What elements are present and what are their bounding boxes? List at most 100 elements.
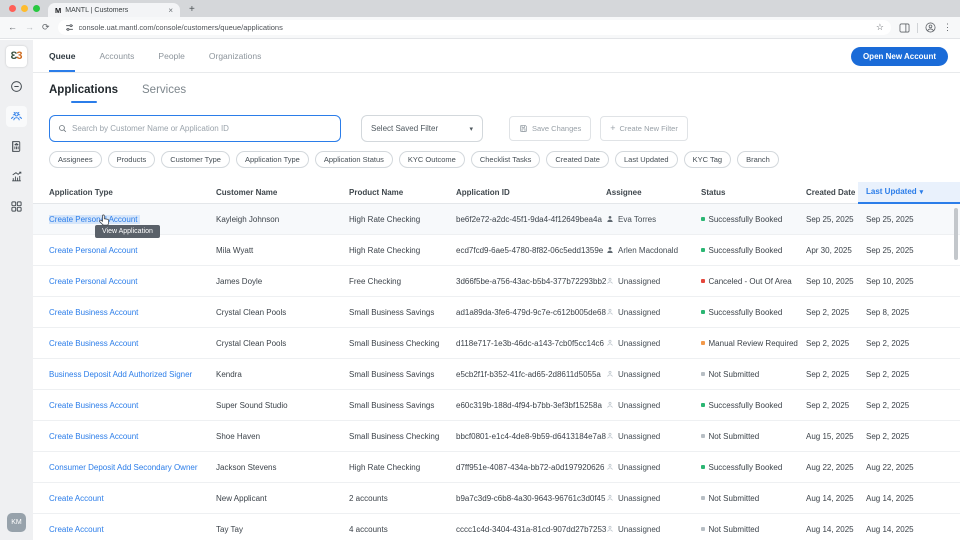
table-row: Create Personal Account Mila Wyatt High … bbox=[33, 235, 960, 266]
window-minimize-button[interactable] bbox=[21, 5, 28, 12]
application-link[interactable]: Create Personal Account bbox=[49, 246, 138, 255]
application-id-cell: ecd7fcd9-6ae5-4780-8f82-06c5edd1359e bbox=[456, 245, 604, 255]
assignee-cell: Unassigned bbox=[606, 463, 701, 472]
sidebar-item-customers[interactable] bbox=[6, 106, 27, 127]
status-cell: Manual Review Required bbox=[701, 339, 806, 348]
created-date-cell: Aug 22, 2025 bbox=[806, 462, 854, 472]
saved-filter-select[interactable]: Select Saved Filter ▾ bbox=[361, 115, 483, 142]
scrollbar-thumb[interactable] bbox=[954, 208, 958, 260]
application-link[interactable]: Create Account bbox=[49, 525, 104, 534]
filter-chip[interactable]: Created Date bbox=[546, 151, 609, 168]
status-dot bbox=[701, 341, 705, 345]
filter-chip[interactable]: Application Type bbox=[235, 151, 309, 168]
status-label: Successfully Booked bbox=[708, 245, 783, 255]
app-window: Ɛ3 KM Queue Accounts People Organization… bbox=[0, 40, 960, 540]
col-last-updated[interactable]: Last Updated ▾ bbox=[858, 181, 960, 204]
assignee-unassigned-icon bbox=[606, 494, 614, 502]
assignee-unassigned-icon bbox=[606, 401, 614, 409]
status-cell: Not Submitted bbox=[701, 494, 806, 503]
filter-chip[interactable]: Branch bbox=[737, 151, 779, 168]
bookmark-icon[interactable]: ☆ bbox=[876, 22, 884, 33]
status-dot bbox=[701, 248, 705, 252]
new-tab-icon[interactable]: + bbox=[189, 3, 195, 17]
filter-chip[interactable]: KYC Tag bbox=[683, 151, 732, 168]
window-controls bbox=[0, 0, 48, 17]
product-name-cell: Small Business Savings bbox=[349, 400, 435, 410]
application-id-cell: cccc1c4d-3404-431a-81cd-907dd27b7253 bbox=[456, 524, 606, 534]
table-row: Business Deposit Add Authorized Signer K… bbox=[33, 359, 960, 390]
sidebar-item-analytics[interactable] bbox=[6, 166, 27, 187]
application-link[interactable]: Business Deposit Add Authorized Signer bbox=[49, 370, 192, 379]
user-avatar[interactable]: KM bbox=[7, 513, 26, 532]
filter-chip[interactable]: Assignees bbox=[49, 151, 102, 168]
window-close-button[interactable] bbox=[9, 5, 16, 12]
table-row: Create Personal Account James Doyle Free… bbox=[33, 266, 960, 297]
assignee-cell: Unassigned bbox=[606, 525, 701, 534]
tab-applications[interactable]: Applications bbox=[49, 84, 118, 103]
application-link[interactable]: Create Business Account bbox=[49, 432, 138, 441]
filter-chip[interactable]: Last Updated bbox=[614, 151, 678, 168]
filter-chip[interactable]: Application Status bbox=[314, 151, 393, 168]
window-zoom-button[interactable] bbox=[33, 5, 40, 12]
save-changes-button[interactable]: Save Changes bbox=[509, 116, 592, 141]
application-link[interactable]: Create Business Account bbox=[49, 401, 138, 410]
sidebar-item-documents[interactable] bbox=[6, 136, 27, 157]
table-header: Application Type Customer Name Product N… bbox=[33, 181, 960, 204]
created-date-cell: Sep 2, 2025 bbox=[806, 338, 850, 348]
nav-item-queue[interactable]: Queue bbox=[49, 40, 76, 72]
assignee-unassigned-icon bbox=[606, 525, 614, 533]
status-cell: Not Submitted bbox=[701, 432, 806, 441]
status-cell: Successfully Booked bbox=[701, 463, 806, 472]
assignee-unassigned-icon bbox=[606, 432, 614, 440]
table-row: Create Personal Account Kayleigh Johnson… bbox=[33, 204, 960, 235]
product-name-cell: Small Business Checking bbox=[349, 431, 440, 441]
create-new-filter-button[interactable]: + Create New Filter bbox=[600, 116, 688, 141]
application-id-cell: be6f2e72-a2dc-45f1-9da4-4f12649bea4a bbox=[456, 214, 602, 224]
tab-services[interactable]: Services bbox=[142, 84, 186, 103]
application-link[interactable]: Create Account bbox=[49, 494, 104, 503]
product-name-cell: High Rate Checking bbox=[349, 214, 421, 224]
customer-name-cell: Jackson Stevens bbox=[216, 462, 277, 472]
save-icon bbox=[520, 125, 527, 132]
created-date-cell: Sep 2, 2025 bbox=[806, 400, 850, 410]
filter-chip[interactable]: Customer Type bbox=[161, 151, 230, 168]
application-link[interactable]: Create Personal Account bbox=[49, 277, 138, 286]
url-bar[interactable]: console.uat.mantl.com/console/customers/… bbox=[57, 20, 891, 35]
application-id-cell: e60c319b-188d-4f94-b7bb-3ef3bf15258a bbox=[456, 400, 602, 410]
nav-item-people[interactable]: People bbox=[158, 40, 184, 72]
status-cell: Not Submitted bbox=[701, 370, 806, 379]
sidebar-item-apps-grid[interactable] bbox=[6, 196, 27, 217]
status-cell: Successfully Booked bbox=[701, 401, 806, 410]
application-link[interactable]: Create Personal Account bbox=[49, 214, 140, 224]
site-settings-icon[interactable] bbox=[65, 23, 74, 32]
reload-icon[interactable]: ⟳ bbox=[42, 23, 50, 32]
back-icon[interactable]: ← bbox=[8, 23, 17, 32]
table-row: Create Business Account Shoe Haven Small… bbox=[33, 421, 960, 452]
application-link[interactable]: Consumer Deposit Add Secondary Owner bbox=[49, 463, 198, 472]
created-date-cell: Aug 14, 2025 bbox=[806, 524, 854, 534]
filter-chip[interactable]: Products bbox=[107, 151, 156, 168]
sidebar-item-remove-circle[interactable] bbox=[6, 76, 27, 97]
status-cell: Successfully Booked bbox=[701, 215, 806, 224]
open-new-account-button[interactable]: Open New Account bbox=[850, 46, 948, 66]
browser-tab[interactable]: M MANTL | Customers × bbox=[48, 3, 180, 17]
side-panel-icon[interactable] bbox=[899, 23, 910, 33]
forward-icon[interactable]: → bbox=[25, 23, 34, 32]
close-tab-icon[interactable]: × bbox=[168, 6, 173, 15]
filter-chip[interactable]: Checklist Tasks bbox=[470, 151, 541, 168]
application-link[interactable]: Create Business Account bbox=[49, 308, 138, 317]
menu-icon[interactable]: ⋮ bbox=[943, 22, 952, 33]
assignee-cell: Eva Torres bbox=[606, 215, 701, 224]
status-cell: Not Submitted bbox=[701, 525, 806, 534]
last-updated-cell: Sep 25, 2025 bbox=[866, 214, 914, 224]
customer-name-cell: Crystal Clean Pools bbox=[216, 307, 287, 317]
nav-item-accounts[interactable]: Accounts bbox=[99, 40, 134, 72]
filter-chip[interactable]: KYC Outcome bbox=[398, 151, 465, 168]
profile-icon[interactable] bbox=[925, 22, 936, 33]
col-created-date[interactable]: Created Date ▾ bbox=[806, 181, 866, 203]
search-input[interactable] bbox=[72, 124, 332, 133]
table-scrollbar[interactable] bbox=[954, 204, 958, 540]
application-link[interactable]: Create Business Account bbox=[49, 339, 138, 348]
nav-item-organizations[interactable]: Organizations bbox=[209, 40, 261, 72]
assignee-cell: Unassigned bbox=[606, 370, 701, 379]
